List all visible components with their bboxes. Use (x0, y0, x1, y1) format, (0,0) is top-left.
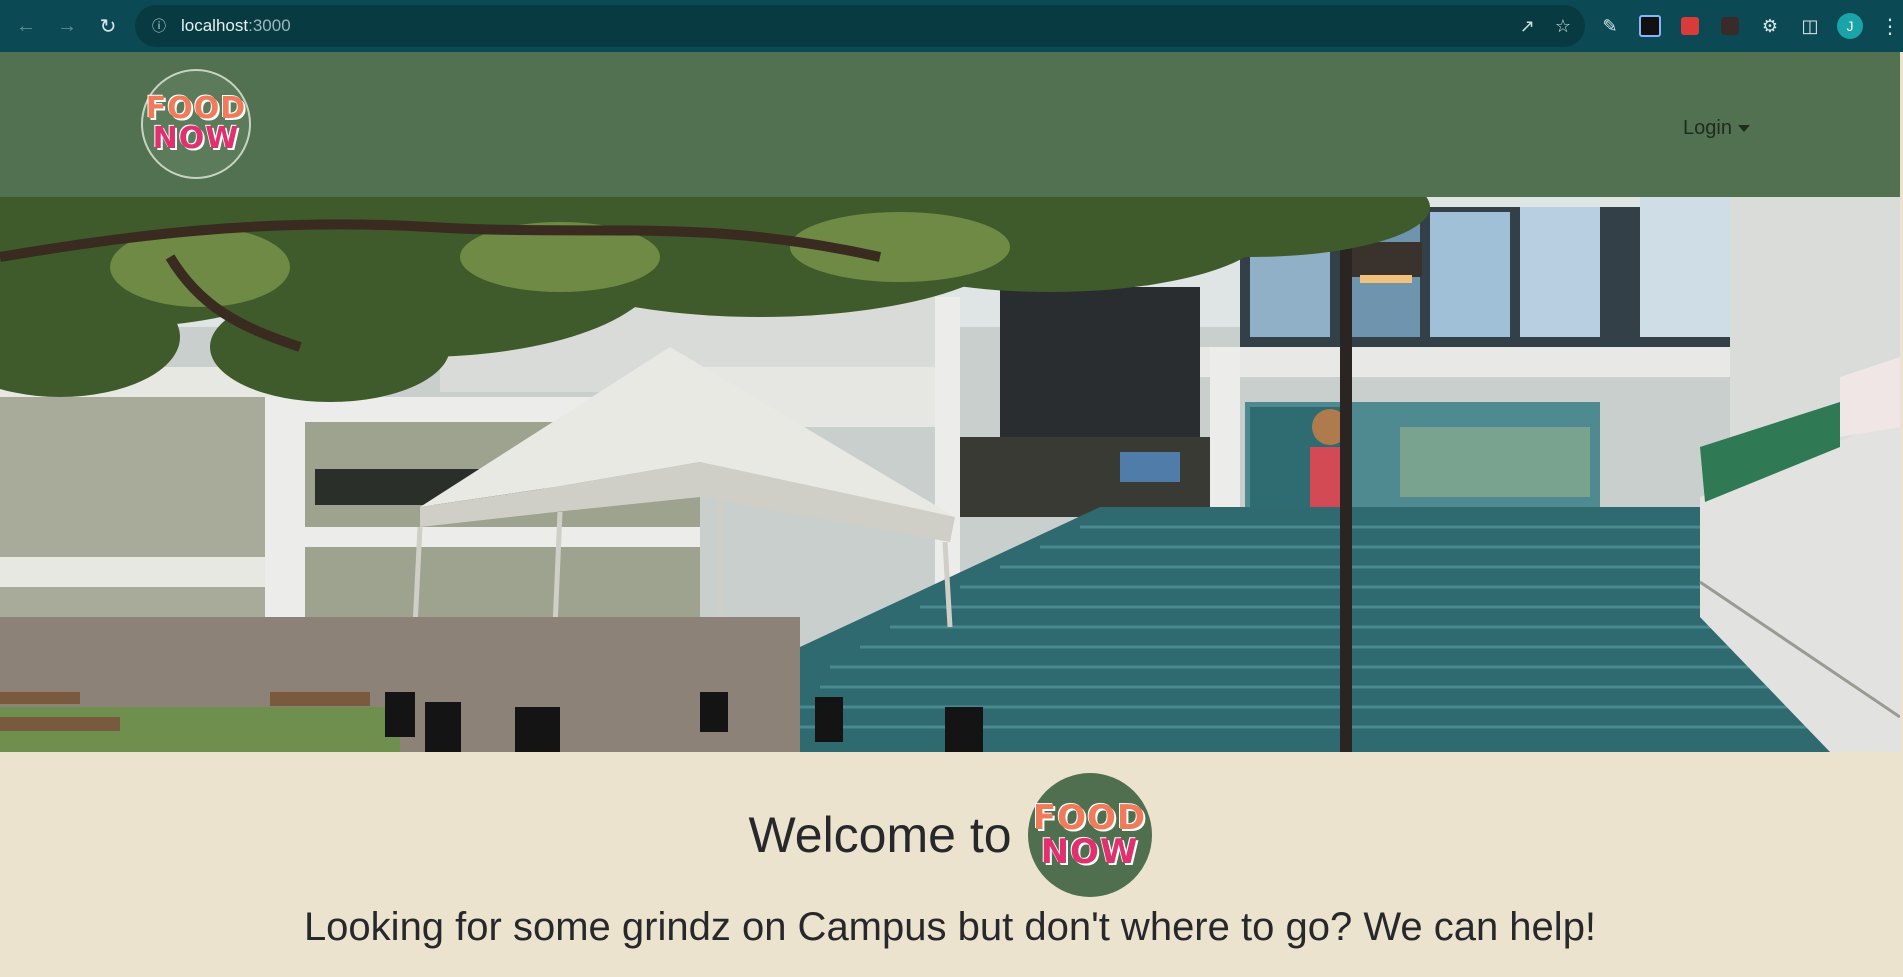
logo-word-food: FOOD (145, 91, 247, 126)
site-navbar: FOOD NOW Login (0, 52, 1900, 197)
side-panel-icon[interactable]: ◫ (1795, 11, 1825, 41)
login-label: Login (1683, 116, 1732, 139)
brand-logo[interactable]: FOOD NOW (141, 69, 251, 179)
caret-down-icon (1737, 124, 1750, 132)
avatar-letter: J (1837, 13, 1863, 39)
url-host: localhost (181, 16, 249, 35)
extensions-area: ✎ ⚙ ◫ J ⋮ (1595, 0, 1903, 52)
site-info-icon[interactable]: ⓘ (149, 16, 169, 36)
share-icon[interactable]: ↗ (1520, 16, 1535, 37)
url-port: :3000 (248, 16, 291, 35)
puzzle-extensions-icon[interactable]: ⚙ (1755, 11, 1785, 41)
login-dropdown[interactable]: Login (1683, 113, 1750, 143)
forward-icon[interactable]: → (50, 9, 84, 43)
logo-word-food: FOOD (1032, 798, 1147, 838)
hero-campus-image (0, 197, 1900, 752)
url-text: localhost:3000 (181, 16, 291, 36)
eyedropper-extension-icon[interactable]: ✎ (1595, 11, 1625, 41)
campus-illustration (0, 197, 1900, 752)
welcome-section: Welcome to FOOD NOW (0, 770, 1900, 900)
tagline-heading: Looking for some grindz on Campus but do… (303, 905, 1597, 949)
extension-icon[interactable] (1635, 11, 1665, 41)
profile-avatar[interactable]: J (1835, 11, 1865, 41)
logo-word-now: NOW (152, 121, 240, 156)
extension-icon[interactable] (1715, 11, 1745, 41)
menu-kebab-icon[interactable]: ⋮ (1875, 11, 1903, 41)
address-bar[interactable]: ⓘ localhost:3000 ↗ ☆ (135, 5, 1585, 47)
welcome-heading: Welcome to (748, 807, 1012, 863)
reload-icon[interactable]: ↻ (91, 9, 125, 43)
extension-icon[interactable] (1675, 11, 1705, 41)
browser-toolbar: ← → ↻ ⓘ localhost:3000 ↗ ☆ ✎ ⚙ ◫ J ⋮ (0, 0, 1903, 52)
welcome-logo: FOOD NOW (1027, 773, 1152, 897)
back-icon[interactable]: ← (9, 9, 43, 43)
logo-word-now: NOW (1040, 832, 1139, 872)
bookmark-star-icon[interactable]: ☆ (1555, 16, 1571, 37)
